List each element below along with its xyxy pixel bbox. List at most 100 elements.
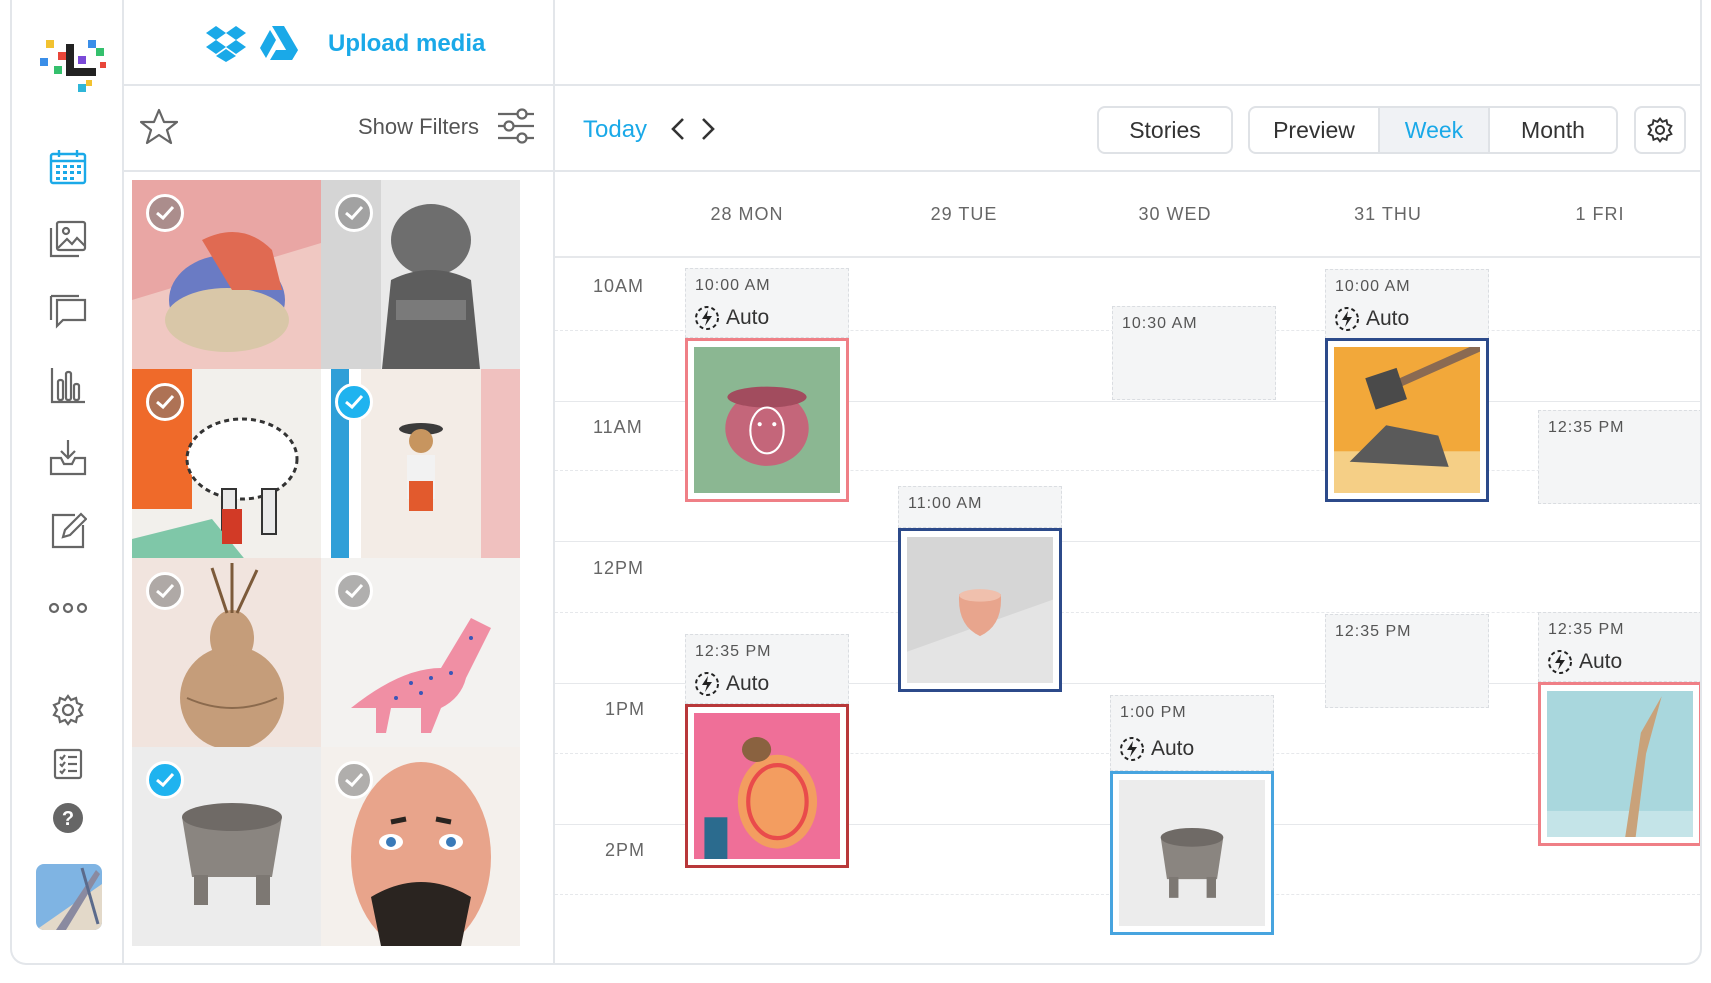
auto-label: Auto — [726, 672, 770, 695]
media-tile-stone-statue[interactable] — [321, 180, 520, 379]
app-logo[interactable] — [38, 36, 110, 100]
hour-label-10am: 10AM — [593, 276, 645, 296]
gear-icon[interactable] — [46, 688, 90, 732]
filter-bar: Show Filters — [124, 86, 553, 172]
week-tab[interactable]: Week — [1380, 108, 1490, 152]
view-switcher: Preview Week Month — [1248, 106, 1618, 154]
time-slot[interactable]: 11:00 AM — [898, 486, 1062, 528]
star-icon[interactable] — [139, 108, 180, 148]
show-filters-label[interactable]: Show Filters — [358, 114, 479, 140]
calendar-icon[interactable] — [46, 145, 90, 189]
select-check-icon[interactable] — [146, 572, 184, 610]
time-slot[interactable]: 12:35 PM — [1325, 614, 1489, 708]
media-tile-stone-mortar[interactable] — [132, 747, 331, 946]
auto-publish-icon — [1548, 650, 1572, 674]
checklist-icon[interactable] — [46, 742, 90, 786]
post-thumbnail — [1334, 347, 1480, 493]
select-check-icon[interactable] — [335, 194, 373, 232]
gallery-icon[interactable] — [46, 217, 90, 261]
help-icon[interactable]: ? — [46, 796, 90, 840]
time-slot[interactable]: 10:00 AM Auto — [685, 268, 849, 338]
auto-publish-label: Auto — [1119, 736, 1194, 762]
preview-tab[interactable]: Preview — [1250, 108, 1380, 152]
header-divider — [555, 256, 1700, 258]
media-tile-alebrije-dog[interactable] — [132, 369, 331, 568]
avatar[interactable] — [36, 864, 102, 930]
media-tile-gourd-vase[interactable] — [132, 558, 331, 757]
hour-label-1pm: 1PM — [605, 699, 646, 719]
time-slot[interactable]: 12:35 PM — [1538, 410, 1700, 504]
edit-icon[interactable] — [46, 508, 90, 552]
half-hour-line — [555, 612, 1700, 613]
scheduled-post[interactable] — [1110, 771, 1274, 935]
inbox-icon[interactable] — [46, 435, 90, 479]
svg-text:?: ? — [62, 808, 74, 830]
stories-button[interactable]: Stories — [1097, 106, 1233, 154]
select-check-icon[interactable] — [335, 572, 373, 610]
time-slot[interactable]: 10:00 AM Auto — [1325, 269, 1489, 339]
scheduled-post[interactable] — [685, 338, 849, 502]
select-check-icon[interactable] — [146, 194, 184, 232]
select-check-icon[interactable] — [146, 383, 184, 421]
select-check-icon[interactable] — [335, 383, 373, 421]
calendar-panel: Today Stories Preview Week Month 28 MON … — [555, 0, 1700, 963]
analytics-icon[interactable] — [46, 363, 90, 407]
time-slot[interactable]: 10:30 AM — [1112, 306, 1276, 400]
calendar-top-bar — [555, 0, 1700, 86]
sidebar: ? — [12, 0, 124, 963]
select-check-icon[interactable] — [146, 761, 184, 799]
post-thumbnail — [907, 537, 1053, 683]
scheduled-post[interactable] — [898, 528, 1062, 692]
hour-label-11am: 11AM — [593, 417, 643, 437]
time-slot[interactable]: 1:00 PM Auto — [1110, 695, 1274, 771]
auto-publish-icon — [1335, 307, 1359, 331]
slot-time: 12:35 PM — [695, 643, 772, 660]
post-thumbnail — [1547, 691, 1693, 837]
upload-bar: Upload media — [124, 0, 553, 86]
slot-time: 10:00 AM — [1335, 278, 1411, 295]
media-tile-pink-dinosaur[interactable] — [321, 558, 520, 757]
slot-time: 10:30 AM — [1122, 315, 1198, 332]
chevron-right-icon[interactable] — [695, 116, 721, 142]
auto-publish-label: Auto — [694, 671, 769, 697]
hour-label-2pm: 2PM — [605, 840, 646, 860]
scheduled-post[interactable] — [1538, 682, 1700, 846]
chevron-left-icon[interactable] — [665, 116, 691, 142]
slot-time: 10:00 AM — [695, 277, 771, 294]
slot-time: 12:35 PM — [1548, 621, 1625, 638]
google-drive-icon[interactable] — [258, 24, 300, 62]
media-tile-painted-mask[interactable] — [321, 747, 520, 946]
day-header-tue: 29 TUE — [930, 204, 998, 224]
dropbox-icon[interactable] — [206, 24, 246, 62]
time-slot[interactable]: 12:35 PM Auto — [685, 634, 849, 704]
media-panel: Upload media Show Filters — [124, 0, 555, 963]
slot-time: 11:00 AM — [908, 495, 983, 512]
media-tile-cowboy-figure[interactable] — [321, 369, 520, 568]
post-thumbnail — [694, 347, 840, 493]
app-window: ? Upload media Show Filters Today Storie… — [10, 0, 1702, 965]
hour-line — [555, 541, 1700, 542]
upload-media-link[interactable]: Upload media — [328, 30, 485, 58]
calendar-settings-button[interactable] — [1634, 106, 1686, 154]
media-tile-hand-sculpture[interactable] — [132, 180, 331, 379]
day-header-fri: 1 FRI — [1575, 204, 1625, 224]
auto-publish-label: Auto — [694, 305, 769, 331]
auto-label: Auto — [1151, 737, 1195, 760]
slot-time: 1:00 PM — [1120, 704, 1187, 721]
scheduled-post[interactable] — [1325, 338, 1489, 502]
slot-time: 12:35 PM — [1548, 419, 1625, 436]
time-slot[interactable]: 12:35 PM Auto — [1538, 612, 1700, 682]
today-button[interactable]: Today — [583, 116, 647, 144]
auto-publish-icon — [695, 672, 719, 696]
auto-publish-icon — [695, 306, 719, 330]
auto-label: Auto — [1366, 307, 1410, 330]
chat-icon[interactable] — [46, 290, 90, 334]
auto-publish-label: Auto — [1547, 649, 1622, 675]
more-icon[interactable] — [46, 586, 90, 630]
scheduled-post[interactable] — [685, 704, 849, 868]
filters-icon[interactable] — [496, 106, 536, 146]
calendar-toolbar: Today Stories Preview Week Month — [555, 86, 1700, 172]
select-check-icon[interactable] — [335, 761, 373, 799]
month-tab[interactable]: Month — [1490, 108, 1616, 152]
day-header-mon: 28 MON — [710, 204, 784, 224]
